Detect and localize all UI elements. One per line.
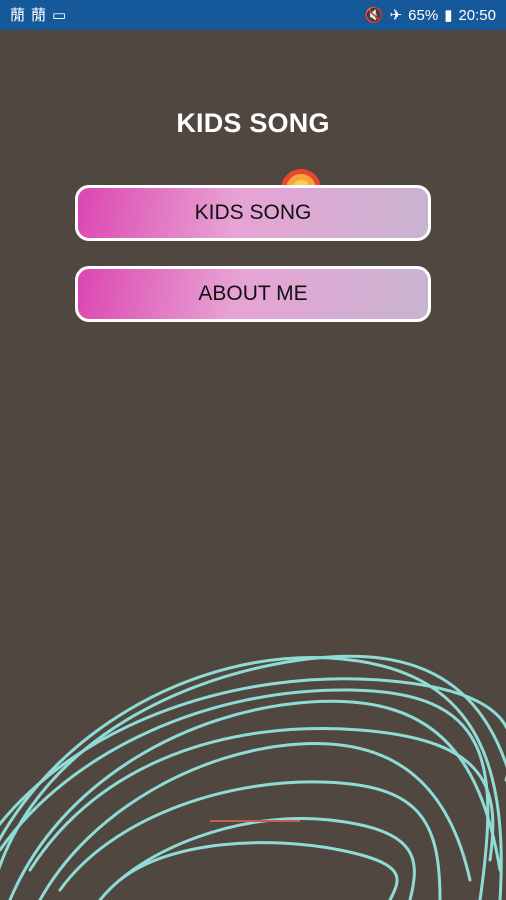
notification-icon: 蕑 xyxy=(31,6,47,24)
mute-icon: 🔇 xyxy=(364,6,384,24)
scribble-decoration xyxy=(0,654,506,900)
kids-song-button[interactable]: KIDS SONG xyxy=(75,185,431,241)
page-title: KIDS SONG xyxy=(176,108,330,138)
clock: 20:50 xyxy=(458,6,496,24)
status-left-icons: 蕑 蕑 ▭ xyxy=(10,8,66,23)
battery-icon: ▮ xyxy=(444,6,453,24)
status-bar: 蕑 蕑 ▭ 🔇 ✈ 65% ▮ 20:50 xyxy=(0,0,506,30)
notification-icon: 蕑 xyxy=(10,6,26,24)
airplane-mode-icon: ✈ xyxy=(389,6,403,24)
battery-percent: 65% xyxy=(408,6,439,24)
screenshot-icon: ▭ xyxy=(52,6,67,24)
about-me-button[interactable]: ABOUT ME xyxy=(75,266,431,322)
status-right-icons: 🔇 ✈ 65% ▮ 20:50 xyxy=(365,7,496,24)
